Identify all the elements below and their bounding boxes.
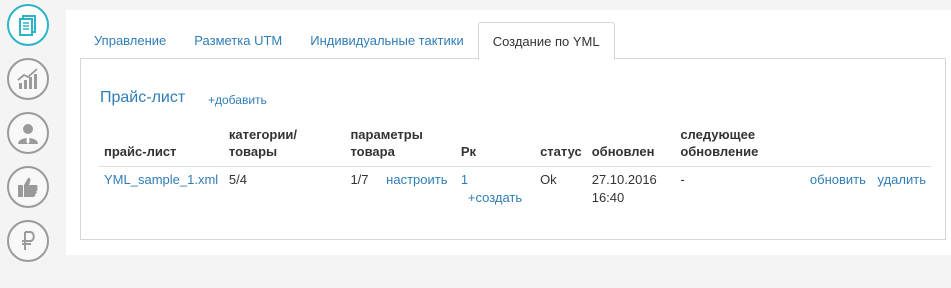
- params-cell: 1/7 настроить: [345, 167, 455, 212]
- documents-icon[interactable]: [7, 4, 49, 46]
- tab-utm-markup[interactable]: Разметка UTM: [180, 22, 296, 58]
- chart-growth-icon-glyph: [17, 68, 38, 89]
- user-icon[interactable]: [7, 112, 49, 154]
- pricelist-file-link[interactable]: YML_sample_1.xml: [104, 172, 218, 187]
- params-value: 1/7: [350, 172, 369, 187]
- header-params-line2: товара: [350, 144, 395, 159]
- categories-cell: 5/4: [228, 172, 247, 187]
- main-content: Управление Разметка UTM Индивидуальные т…: [66, 10, 951, 255]
- table-header-row: прайс-лист категории/товары параметры то…: [99, 122, 931, 167]
- pricelist-table: прайс-лист категории/товары параметры то…: [99, 122, 931, 211]
- header-pricelist: прайс-лист: [99, 122, 224, 167]
- header-actions: [796, 122, 931, 167]
- panel-title: Прайс-лист: [100, 89, 186, 106]
- actions-cell: обновить удалить: [797, 167, 931, 212]
- updated-time: 16:40: [591, 190, 625, 205]
- documents-icon-glyph: [19, 15, 36, 36]
- delete-link[interactable]: удалить: [878, 172, 926, 187]
- header-params-line1: параметры: [350, 127, 423, 142]
- header-categories: категории/товары: [223, 122, 346, 167]
- chart-growth-icon[interactable]: [7, 58, 49, 100]
- ruble-icon[interactable]: [7, 220, 49, 262]
- table-row: YML_sample_1.xml 5/4 1/7 настроить 1 +со…: [99, 167, 931, 212]
- rk-cell: 1 +создать: [456, 167, 535, 212]
- user-icon-glyph: [18, 124, 38, 144]
- tab-management[interactable]: Управление: [80, 22, 180, 58]
- header-next-line1: следующее: [680, 127, 756, 142]
- updated-cell: 27.10.2016 16:40: [587, 167, 676, 212]
- status-cell: Ok: [540, 172, 557, 187]
- header-next-update: следующее обновление: [675, 122, 797, 167]
- tab-create-by-yml[interactable]: Создание по YML: [477, 22, 615, 60]
- thumbs-up-icon[interactable]: [7, 166, 49, 208]
- rk-count-link[interactable]: 1: [461, 172, 468, 187]
- add-pricelist-link[interactable]: +добавить: [208, 93, 267, 107]
- header-status: статус: [535, 122, 587, 167]
- updated-date: 27.10.2016: [591, 172, 657, 187]
- header-rk: Рк: [455, 122, 536, 167]
- tab-bar: Управление Разметка UTM Индивидуальные т…: [80, 22, 615, 60]
- refresh-link[interactable]: обновить: [810, 172, 866, 187]
- next-update-cell: -: [680, 172, 685, 187]
- header-updated: обновлен: [586, 122, 676, 167]
- tab-individual-tactics[interactable]: Индивидуальные тактики: [296, 22, 477, 58]
- ruble-icon-glyph: [22, 231, 35, 250]
- create-rk-link[interactable]: +создать: [468, 190, 522, 205]
- header-params: параметры товара: [345, 122, 456, 167]
- header-next-line2: обновление: [680, 144, 759, 159]
- tab-panel: Прайс-лист +добавить прайс-лист категори…: [80, 58, 946, 240]
- configure-link[interactable]: настроить: [386, 172, 447, 187]
- sidebar: [0, 0, 58, 288]
- thumbs-up-icon-glyph: [18, 177, 38, 197]
